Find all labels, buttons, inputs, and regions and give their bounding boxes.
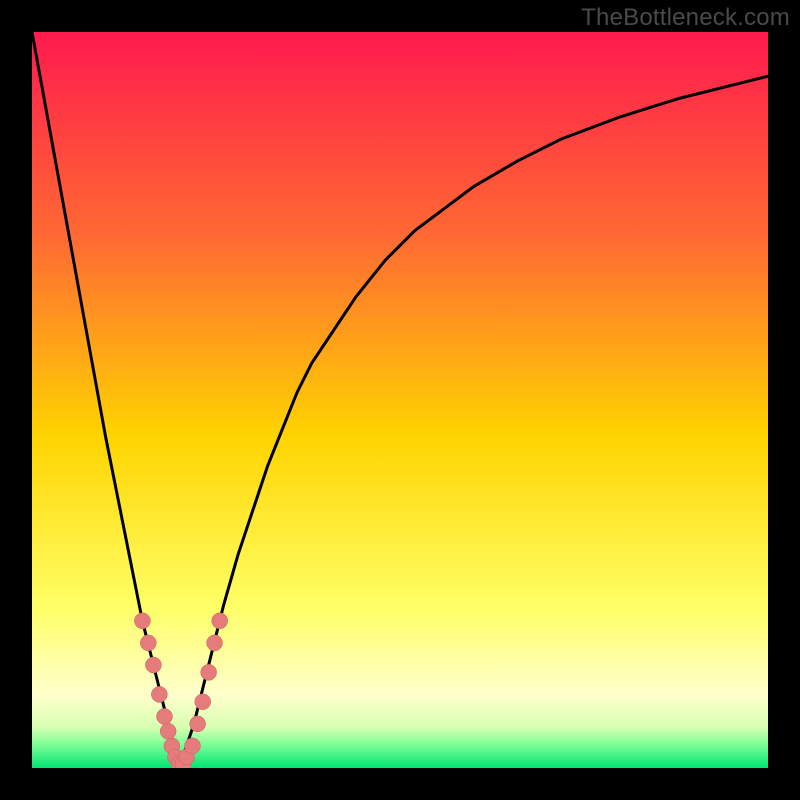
curve-marker [151, 686, 167, 702]
curve-marker [195, 694, 211, 710]
curve-marker [160, 723, 176, 739]
gradient-background [32, 32, 768, 768]
plot-area [32, 32, 768, 768]
chart-svg [32, 32, 768, 768]
chart-frame: TheBottleneck.com [0, 0, 800, 800]
curve-marker [207, 635, 223, 651]
curve-marker [190, 716, 206, 732]
curve-marker [140, 635, 156, 651]
watermark-text: TheBottleneck.com [581, 4, 790, 32]
curve-marker [156, 708, 172, 724]
curve-marker [184, 738, 200, 754]
curve-marker [134, 613, 150, 629]
curve-marker [145, 657, 161, 673]
curve-marker [212, 613, 228, 629]
curve-marker [201, 664, 217, 680]
